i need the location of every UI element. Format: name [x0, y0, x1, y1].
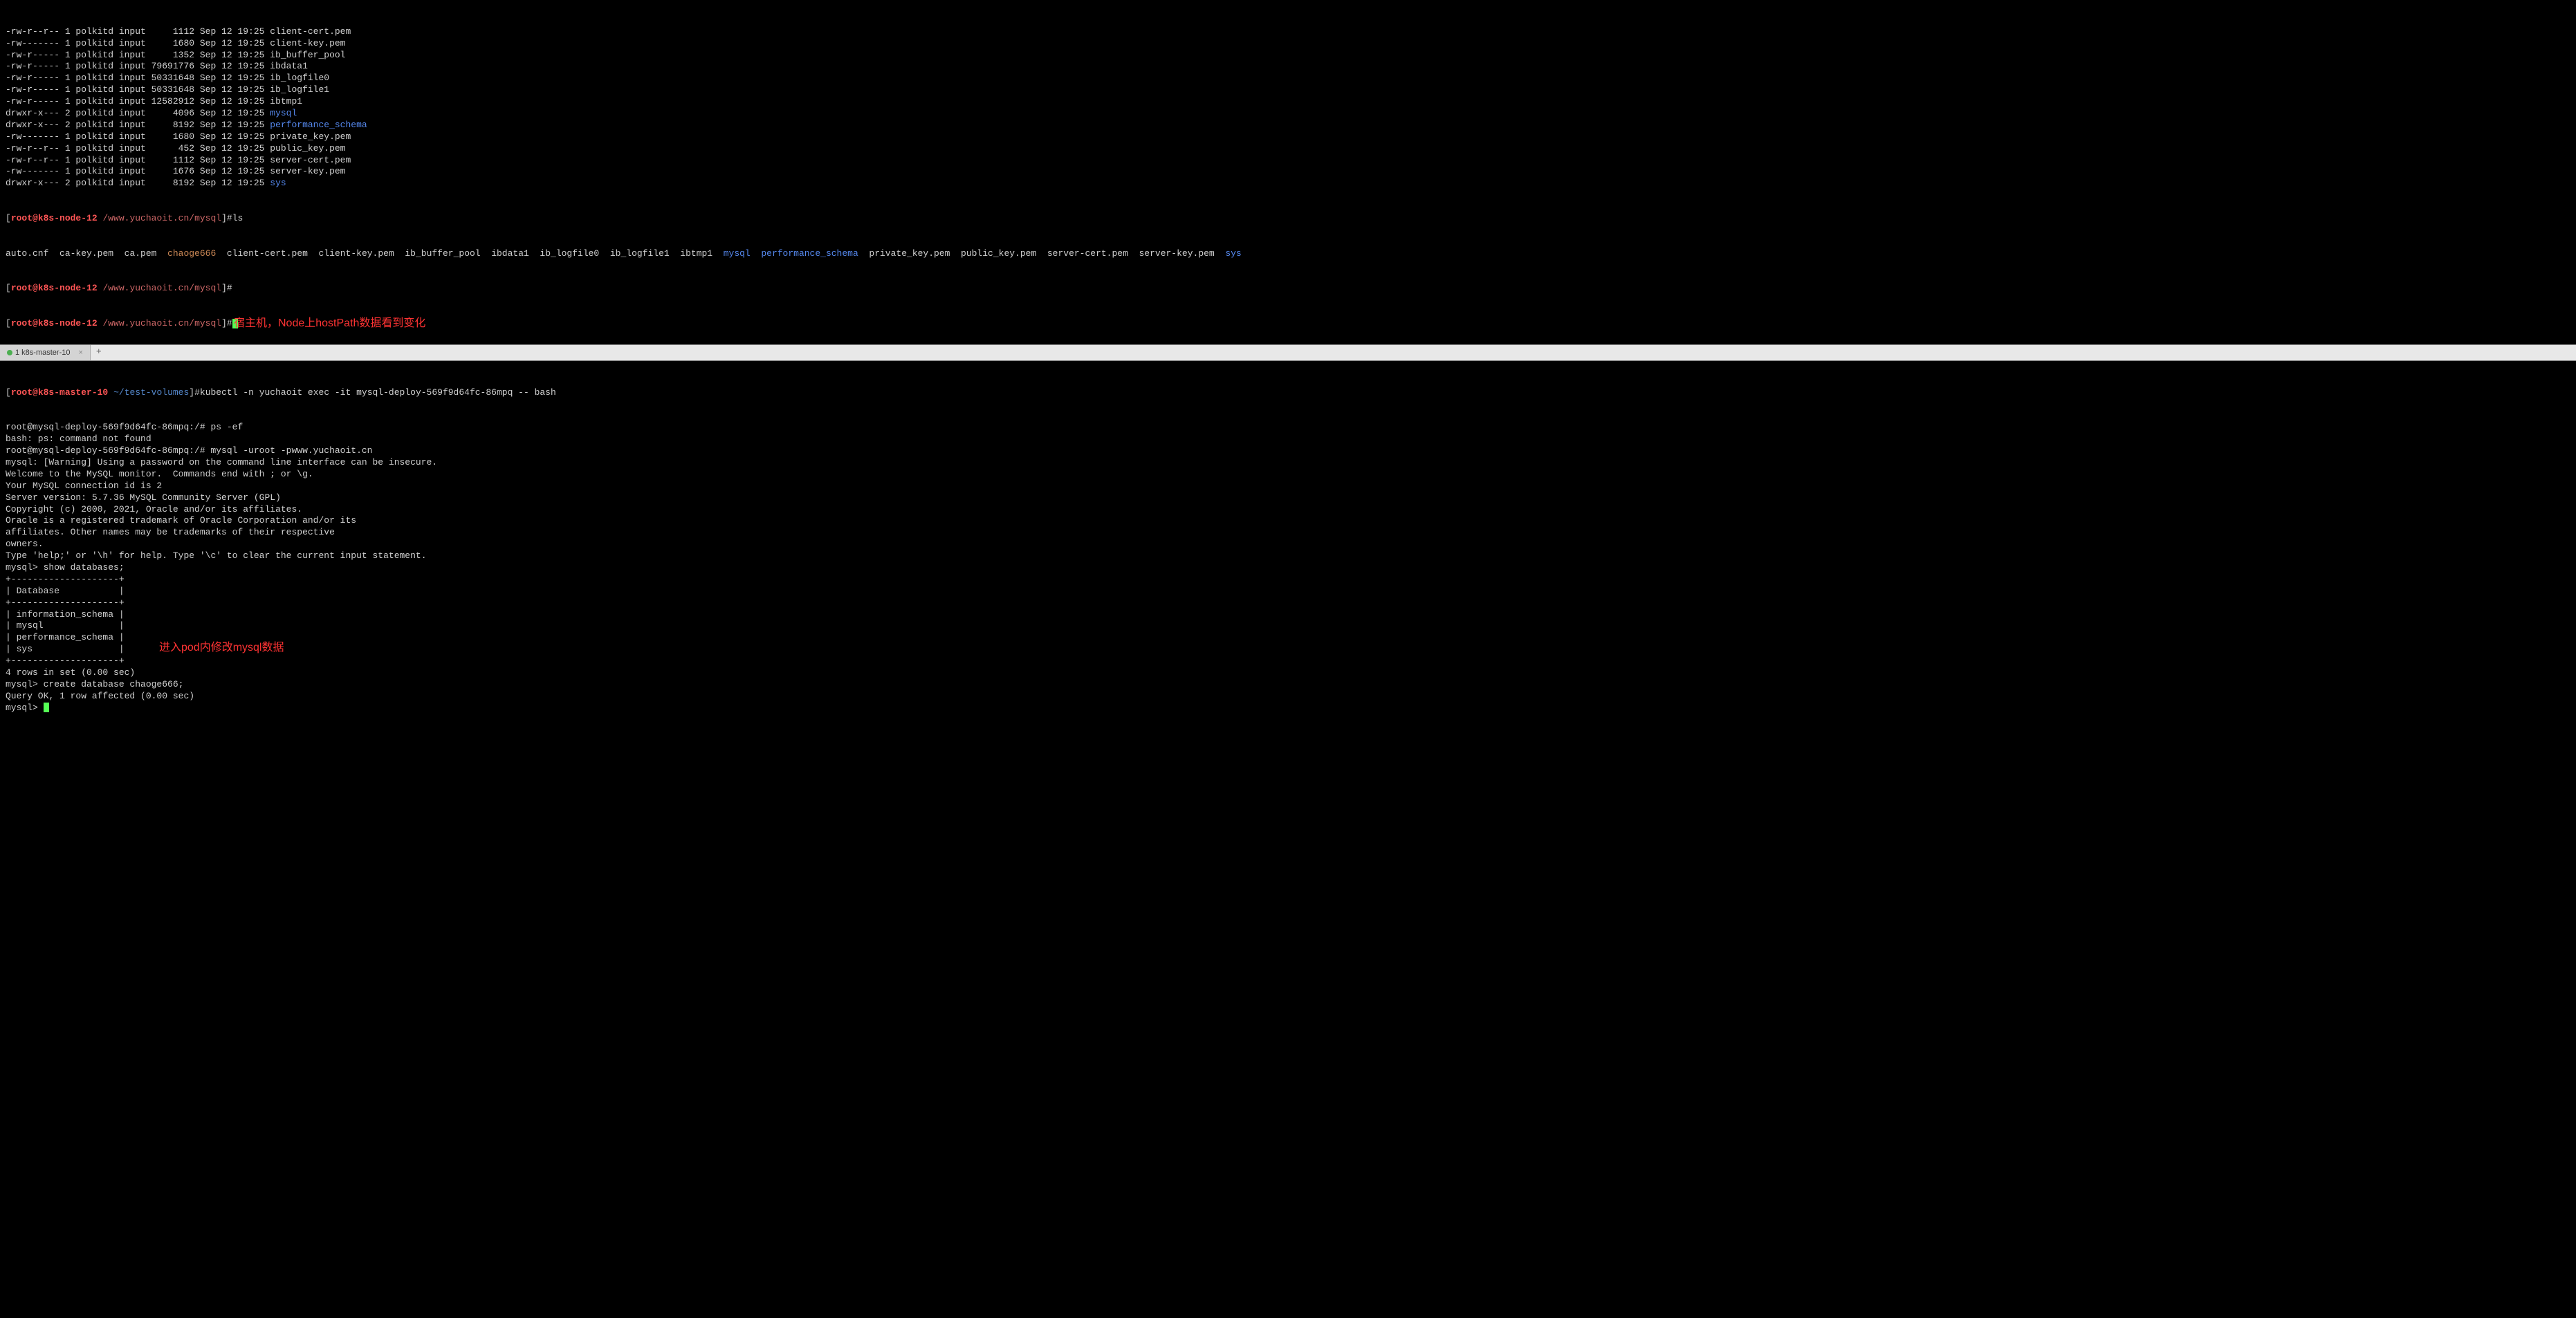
prompt-kubectl: [root@k8s-master-10 ~/test-volumes]#kube…	[6, 387, 2570, 399]
ls-line: -rw-r----- 1 polkitd input 79691776 Sep …	[6, 61, 2570, 73]
terminal-line: mysql: [Warning] Using a password on the…	[6, 457, 2570, 469]
ls-short-output: auto.cnf ca-key.pem ca.pem chaoge666 cli…	[6, 248, 2570, 260]
ls-line: -rw-r--r-- 1 polkitd input 1112 Sep 12 1…	[6, 26, 2570, 38]
terminal-line: Your MySQL connection id is 2	[6, 481, 2570, 492]
terminal-line: root@mysql-deploy-569f9d64fc-86mpq:/# my…	[6, 445, 2570, 457]
annotation-top: 宿主机，Node上hostPath数据看到变化	[234, 317, 425, 331]
terminal-line: | performance_schema |	[6, 632, 2570, 644]
tab-bar: 1 k8s-master-10 × +	[0, 344, 2576, 361]
terminal-line: Oracle is a registered trademark of Orac…	[6, 515, 2570, 527]
terminal-line: +--------------------+	[6, 656, 2570, 667]
add-tab-button[interactable]: +	[91, 346, 107, 358]
ls-line: -rw-r----- 1 polkitd input 1352 Sep 12 1…	[6, 50, 2570, 62]
prompt-line-empty1: [root@k8s-node-12 /www.yuchaoit.cn/mysql…	[6, 283, 2570, 295]
terminal-line: | mysql |	[6, 620, 2570, 632]
terminal-line: affiliates. Other names may be trademark…	[6, 527, 2570, 539]
tab-label: 1 k8s-master-10	[15, 348, 70, 358]
terminal-line: mysql> show databases;	[6, 562, 2570, 574]
ls-line: -rw-r----- 1 polkitd input 50331648 Sep …	[6, 73, 2570, 84]
ls-line: -rw------- 1 polkitd input 1676 Sep 12 1…	[6, 166, 2570, 178]
terminal-line: owners.	[6, 539, 2570, 550]
mysql-session-output: root@mysql-deploy-569f9d64fc-86mpq:/# ps…	[6, 422, 2570, 714]
ls-line: -rw------- 1 polkitd input 1680 Sep 12 1…	[6, 38, 2570, 50]
ls-line: drwxr-x--- 2 polkitd input 8192 Sep 12 1…	[6, 120, 2570, 131]
terminal-line: 4 rows in set (0.00 sec)	[6, 667, 2570, 679]
ls-line: -rw-r----- 1 polkitd input 50331648 Sep …	[6, 84, 2570, 96]
prompt-line-ls: [root@k8s-node-12 /www.yuchaoit.cn/mysql…	[6, 213, 2570, 225]
terminal-line: Type 'help;' or '\h' for help. Type '\c'…	[6, 550, 2570, 562]
terminal-line: root@mysql-deploy-569f9d64fc-86mpq:/# ps…	[6, 422, 2570, 434]
ls-long-listing: -rw-r--r-- 1 polkitd input 1112 Sep 12 1…	[6, 26, 2570, 189]
ls-line: -rw------- 1 polkitd input 1680 Sep 12 1…	[6, 131, 2570, 143]
close-icon[interactable]: ×	[78, 348, 82, 358]
terminal-line: Copyright (c) 2000, 2021, Oracle and/or …	[6, 504, 2570, 516]
terminal-line: | Database |	[6, 586, 2570, 597]
terminal-line: Welcome to the MySQL monitor. Commands e…	[6, 469, 2570, 481]
cursor-icon	[44, 703, 49, 712]
connection-status-icon	[7, 350, 12, 355]
ls-line: drwxr-x--- 2 polkitd input 8192 Sep 12 1…	[6, 178, 2570, 189]
ls-line: -rw-r----- 1 polkitd input 12582912 Sep …	[6, 96, 2570, 108]
bottom-terminal-pane[interactable]: [root@k8s-master-10 ~/test-volumes]#kube…	[0, 361, 2576, 741]
terminal-line: bash: ps: command not found	[6, 434, 2570, 445]
terminal-line: +--------------------+	[6, 574, 2570, 586]
terminal-line: | information_schema |	[6, 609, 2570, 621]
terminal-line: mysql>	[6, 703, 2570, 714]
terminal-line: Server version: 5.7.36 MySQL Community S…	[6, 492, 2570, 504]
tab-k8s-master[interactable]: 1 k8s-master-10 ×	[0, 345, 91, 360]
terminal-line: +--------------------+	[6, 597, 2570, 609]
terminal-line: | sys |	[6, 644, 2570, 656]
ls-line: -rw-r--r-- 1 polkitd input 452 Sep 12 19…	[6, 143, 2570, 155]
terminal-line: mysql> create database chaoge666;	[6, 679, 2570, 691]
ls-line: drwxr-x--- 2 polkitd input 4096 Sep 12 1…	[6, 108, 2570, 120]
annotation-bottom: 进入pod内修改mysql数据	[159, 641, 284, 656]
prompt-line-cursor[interactable]: [root@k8s-node-12 /www.yuchaoit.cn/mysql…	[6, 318, 2570, 330]
ls-line: -rw-r--r-- 1 polkitd input 1112 Sep 12 1…	[6, 155, 2570, 167]
top-terminal-pane[interactable]: -rw-r--r-- 1 polkitd input 1112 Sep 12 1…	[0, 0, 2576, 344]
terminal-line: Query OK, 1 row affected (0.00 sec)	[6, 691, 2570, 703]
